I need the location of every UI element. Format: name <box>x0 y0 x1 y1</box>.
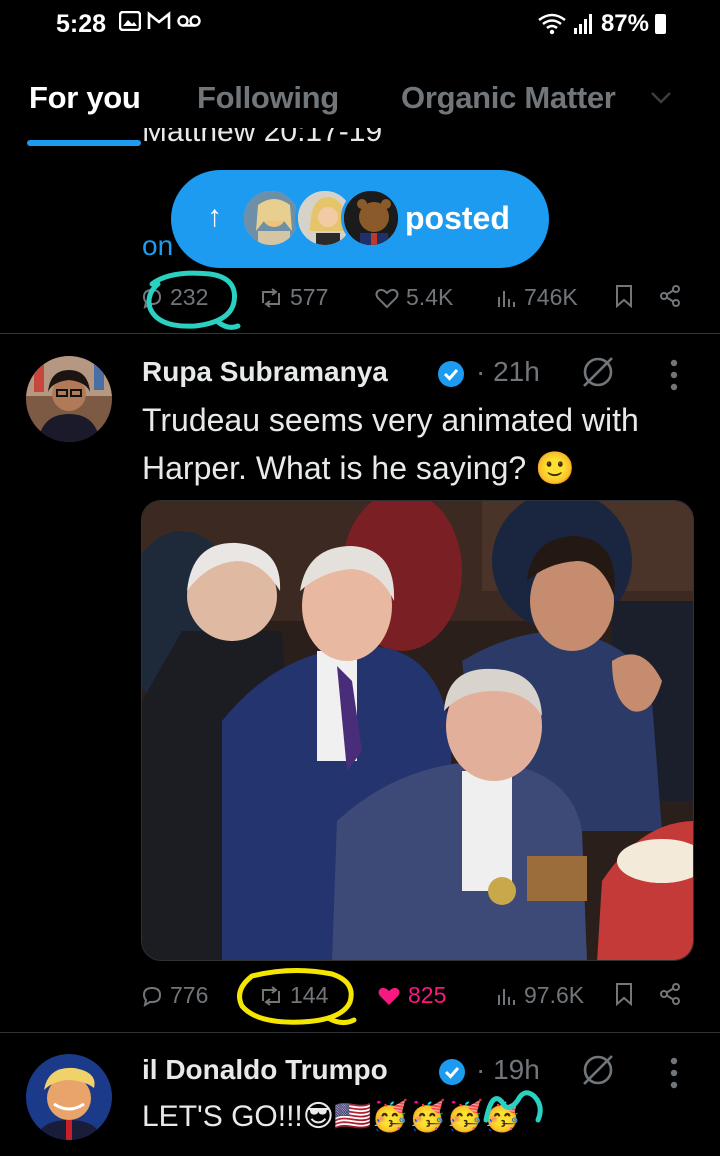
share-button[interactable] <box>658 982 682 1006</box>
reply-count: 776 <box>170 982 209 1008</box>
post-text-line: Harper. What is he saying? 🙂 <box>142 450 575 486</box>
bookmark-button[interactable] <box>614 982 634 1006</box>
battery-percent: 87% <box>600 10 649 37</box>
reply-icon <box>142 986 162 1007</box>
more-options-icon[interactable] <box>669 1056 679 1090</box>
like-button[interactable]: 825 <box>376 982 446 1009</box>
bookmark-button[interactable] <box>614 284 634 308</box>
divider <box>0 1032 720 1033</box>
tab-for-you[interactable]: For you <box>29 80 141 116</box>
post-photo <box>142 501 693 960</box>
reply-button[interactable]: 232 <box>140 284 208 311</box>
active-tab-indicator <box>27 140 141 146</box>
views-icon <box>498 988 515 1005</box>
post-image[interactable] <box>141 500 694 961</box>
wifi-icon <box>538 13 566 35</box>
new-posts-pill[interactable]: ↑ posted <box>171 170 549 268</box>
like-button[interactable]: 5.4K <box>374 284 453 311</box>
gmail-icon <box>147 11 171 29</box>
avatar[interactable] <box>26 1054 112 1140</box>
tab-following[interactable]: Following <box>197 80 339 116</box>
notification-icons <box>119 11 201 31</box>
reply-icon <box>142 288 162 309</box>
post-time[interactable]: · 21h <box>476 356 540 388</box>
post-time[interactable]: · 19h <box>476 1054 540 1086</box>
views-icon <box>498 290 515 307</box>
grok-icon[interactable] <box>580 354 616 390</box>
share-icon <box>660 983 680 1005</box>
post-text: LET'S GO!!!😎🇺🇸🥳🥳🥳🥳 <box>142 1100 521 1133</box>
repost-icon <box>262 287 280 308</box>
avatar <box>341 188 401 248</box>
gallery-icon <box>119 11 141 31</box>
avatar[interactable] <box>26 356 112 442</box>
chevron-down-icon[interactable] <box>650 84 672 112</box>
repost-icon <box>262 985 280 1006</box>
author-name[interactable]: il Donaldo Trumpo <box>142 1054 388 1086</box>
arrow-up-icon: ↑ <box>207 200 222 233</box>
verified-badge-icon <box>438 361 464 387</box>
avatar <box>241 188 301 248</box>
post-text-line: Trudeau seems very animated with <box>142 402 639 438</box>
battery-icon <box>655 14 666 34</box>
views-button[interactable]: 97.6K <box>496 982 584 1009</box>
heart-icon <box>378 987 400 1005</box>
status-right: 87% <box>537 10 666 38</box>
previous-post-actions: 232 577 5.4K 746K <box>0 284 720 324</box>
previous-post-link[interactable]: on <box>142 230 173 262</box>
repost-count: 144 <box>290 982 329 1008</box>
views-button[interactable]: 746K <box>496 284 578 311</box>
like-count: 5.4K <box>406 284 454 310</box>
share-icon <box>660 285 680 307</box>
more-options-icon[interactable] <box>669 358 679 392</box>
views-count: 97.6K <box>524 982 585 1008</box>
bookmark-icon <box>616 285 632 308</box>
repost-count: 577 <box>290 284 329 310</box>
share-button[interactable] <box>658 284 682 308</box>
author-name[interactable]: Rupa Subramanya <box>142 356 388 388</box>
verified-badge-icon <box>439 1059 465 1085</box>
post-text: Trudeau seems very animated with Harper.… <box>142 396 702 492</box>
post-actions: 776 144 825 97.6K <box>0 982 720 1022</box>
repost-button[interactable]: 144 <box>258 982 328 1009</box>
divider <box>0 333 720 334</box>
bookmark-icon <box>616 983 632 1006</box>
signal-icon <box>573 14 592 34</box>
status-time: 5:28 <box>56 10 107 38</box>
reply-button[interactable]: 776 <box>140 982 208 1009</box>
repost-button[interactable]: 577 <box>258 284 328 311</box>
grok-icon[interactable] <box>580 1052 616 1088</box>
like-count: 825 <box>408 982 447 1008</box>
voicemail-icon <box>177 15 201 27</box>
views-count: 746K <box>524 284 578 310</box>
previous-post-text: Matthew 20:17-19 <box>142 128 383 148</box>
posted-label: posted <box>405 200 510 236</box>
tab-organic-matter[interactable]: Organic Matter <box>401 80 616 116</box>
status-bar: 5:28 87% <box>0 0 720 50</box>
heart-icon <box>375 288 399 308</box>
reply-count: 232 <box>170 284 209 310</box>
